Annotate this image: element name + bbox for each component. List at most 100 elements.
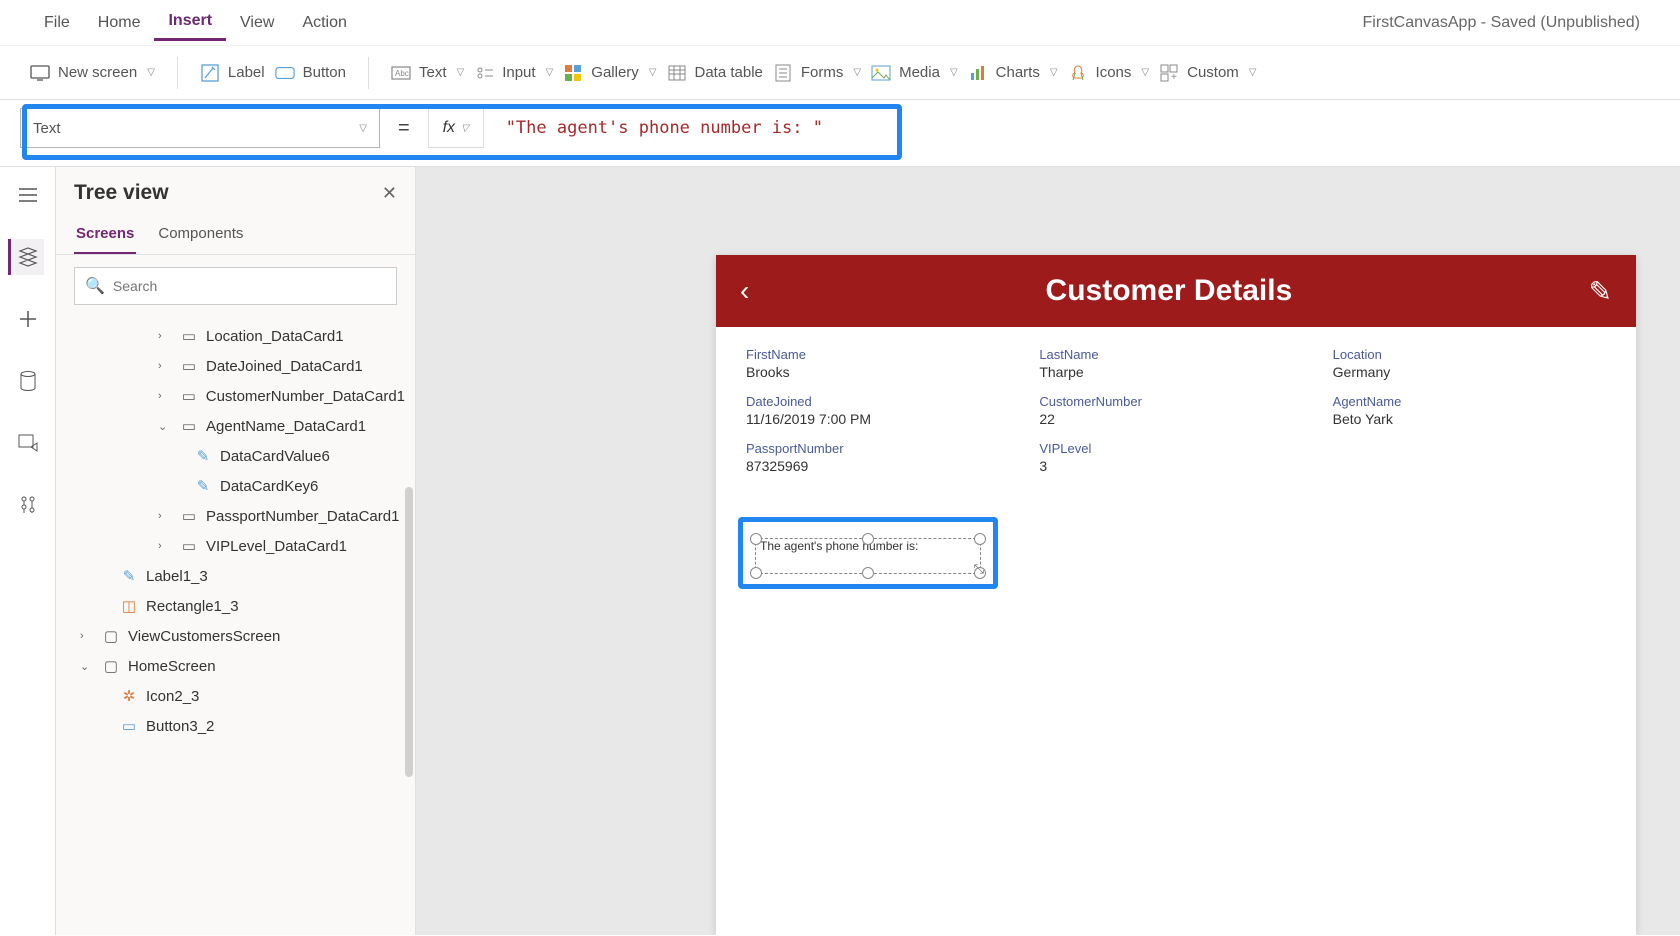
input-dropdown[interactable]: Input ▽	[474, 63, 553, 83]
insert-ribbon: New screen ▽ Label Button Abc Text ▽ Inp…	[0, 46, 1680, 100]
media-panel-icon[interactable]	[10, 425, 46, 461]
button-icon: ▭	[120, 717, 138, 735]
new-screen-label: New screen	[58, 64, 137, 81]
tree-item-rect13[interactable]: ◫Rectangle1_3	[56, 591, 415, 621]
details-form: FirstNameBrooks LastNameTharpe LocationG…	[716, 327, 1636, 494]
tree-search[interactable]: 🔍	[74, 267, 397, 305]
close-icon[interactable]: ✕	[382, 183, 397, 204]
field-location: LocationGermany	[1333, 347, 1606, 380]
tree-search-input[interactable]	[113, 278, 386, 294]
formula-bar: Text ▽ = fx ▽ "The agent's phone number …	[0, 100, 1680, 167]
chevron-down-icon: ▽	[147, 67, 155, 78]
selected-label-text: The agent's phone number is:	[760, 539, 918, 553]
tab-components[interactable]: Components	[156, 219, 245, 254]
gallery-dropdown[interactable]: Gallery ▽	[563, 63, 656, 83]
tree-view-icon[interactable]	[8, 239, 44, 275]
icons-icon: ✲	[120, 687, 138, 705]
resize-handle[interactable]	[750, 533, 762, 545]
field-firstname: FirstNameBrooks	[746, 347, 1019, 380]
tree-title: Tree view	[74, 181, 169, 205]
hamburger-icon[interactable]	[10, 177, 46, 213]
equals-sign: =	[390, 117, 418, 140]
formula-input[interactable]: "The agent's phone number is: "	[494, 108, 1660, 148]
input-label: Input	[502, 64, 535, 81]
menu-home[interactable]: Home	[84, 6, 155, 40]
app-title: FirstCanvasApp - Saved (Unpublished)	[1363, 14, 1650, 32]
scrollbar[interactable]	[405, 487, 413, 777]
tree-item-datejoined[interactable]: ›▭DateJoined_DataCard1	[56, 351, 415, 381]
insert-button-button[interactable]: Button	[275, 63, 346, 83]
datacard-icon: ▭	[180, 507, 198, 525]
app-header: ‹ Customer Details ✎	[716, 255, 1636, 327]
field-agentname: AgentNameBeto Yark	[1333, 394, 1606, 427]
separator	[368, 57, 369, 89]
tree-item-datacardkey6[interactable]: ✎DataCardKey6	[56, 471, 415, 501]
tree-item-button32[interactable]: ▭Button3_2	[56, 711, 415, 741]
add-icon[interactable]	[10, 301, 46, 337]
resize-handle[interactable]	[862, 533, 874, 545]
app-screen[interactable]: ‹ Customer Details ✎ FirstNameBrooks Las…	[716, 255, 1636, 935]
media-icon	[871, 63, 891, 83]
tree-item-viewcustomers[interactable]: ›▢ViewCustomersScreen	[56, 621, 415, 651]
table-icon	[667, 63, 687, 83]
custom-icon: +	[1159, 63, 1179, 83]
tab-screens[interactable]: Screens	[74, 219, 136, 254]
tree-item-icon23[interactable]: ✲Icon2_3	[56, 681, 415, 711]
menu-insert[interactable]: Insert	[154, 4, 226, 41]
selected-label-control[interactable]: The agent's phone number is: ⤡	[755, 538, 981, 574]
icons-dropdown[interactable]: Icons ▽	[1068, 63, 1150, 83]
datacard-icon: ▭	[180, 537, 198, 555]
variables-icon[interactable]	[10, 487, 46, 523]
svg-text:+: +	[1171, 72, 1177, 82]
insert-label-button[interactable]: Label	[200, 63, 265, 83]
new-screen-button[interactable]: New screen ▽	[30, 63, 155, 83]
left-rail	[0, 167, 56, 935]
charts-dropdown[interactable]: Charts ▽	[968, 63, 1058, 83]
chevron-down-icon: ▽	[546, 67, 554, 78]
gallery-icon	[563, 63, 583, 83]
back-icon[interactable]: ‹	[740, 275, 749, 307]
charts-label: Charts	[996, 64, 1040, 81]
media-dropdown[interactable]: Media ▽	[871, 63, 958, 83]
resize-handle[interactable]	[862, 567, 874, 579]
chevron-down-icon: ▽	[1249, 67, 1257, 78]
menu-view[interactable]: View	[226, 6, 288, 40]
tree-item-homescreen[interactable]: ⌄▢HomeScreen	[56, 651, 415, 681]
tree-item-agentname[interactable]: ⌄▭AgentName_DataCard1	[56, 411, 415, 441]
resize-cursor-icon: ⤡	[974, 561, 984, 577]
tree-item-label13[interactable]: ✎Label1_3	[56, 561, 415, 591]
datacard-icon: ▭	[180, 387, 198, 405]
data-table-button[interactable]: Data table	[667, 63, 763, 83]
field-vip: VIPLevel3	[1039, 441, 1312, 474]
chevron-down-icon: ▽	[649, 67, 657, 78]
fx-button[interactable]: fx ▽	[428, 108, 484, 148]
forms-icon	[773, 63, 793, 83]
tree-item-vip[interactable]: ›▭VIPLevel_DataCard1	[56, 531, 415, 561]
app-header-title: Customer Details	[1046, 274, 1293, 308]
menu-action[interactable]: Action	[288, 6, 360, 40]
chevron-down-icon: ▽	[457, 67, 465, 78]
tree-item-datacardvalue6[interactable]: ✎DataCardValue6	[56, 441, 415, 471]
resize-handle[interactable]	[750, 567, 762, 579]
chevron-down-icon: ▽	[1141, 67, 1149, 78]
resize-handle[interactable]	[974, 533, 986, 545]
forms-dropdown[interactable]: Forms ▽	[773, 63, 861, 83]
tree-item-location[interactable]: ›▭Location_DataCard1	[56, 321, 415, 351]
canvas[interactable]: ‹ Customer Details ✎ FirstNameBrooks Las…	[416, 167, 1680, 935]
chevron-down-icon: ▽	[461, 123, 469, 134]
custom-dropdown[interactable]: + Custom ▽	[1159, 63, 1256, 83]
svg-text:Abc: Abc	[395, 69, 409, 78]
menu-file[interactable]: File	[30, 6, 84, 40]
main-area: Tree view ✕ Screens Components 🔍 ›▭Locat…	[0, 167, 1680, 935]
field-custnum: CustomerNumber22	[1039, 394, 1312, 427]
property-selector[interactable]: Text ▽	[20, 108, 380, 148]
edit-icon[interactable]: ✎	[1589, 275, 1612, 308]
gallery-label: Gallery	[591, 64, 639, 81]
property-name: Text	[33, 120, 61, 137]
text-icon: Abc	[391, 63, 411, 83]
field-passport: PassportNumber87325969	[746, 441, 1019, 474]
tree-item-custnum[interactable]: ›▭CustomerNumber_DataCard1	[56, 381, 415, 411]
database-icon[interactable]	[10, 363, 46, 399]
tree-item-passport[interactable]: ›▭PassportNumber_DataCard1	[56, 501, 415, 531]
text-dropdown[interactable]: Abc Text ▽	[391, 63, 464, 83]
